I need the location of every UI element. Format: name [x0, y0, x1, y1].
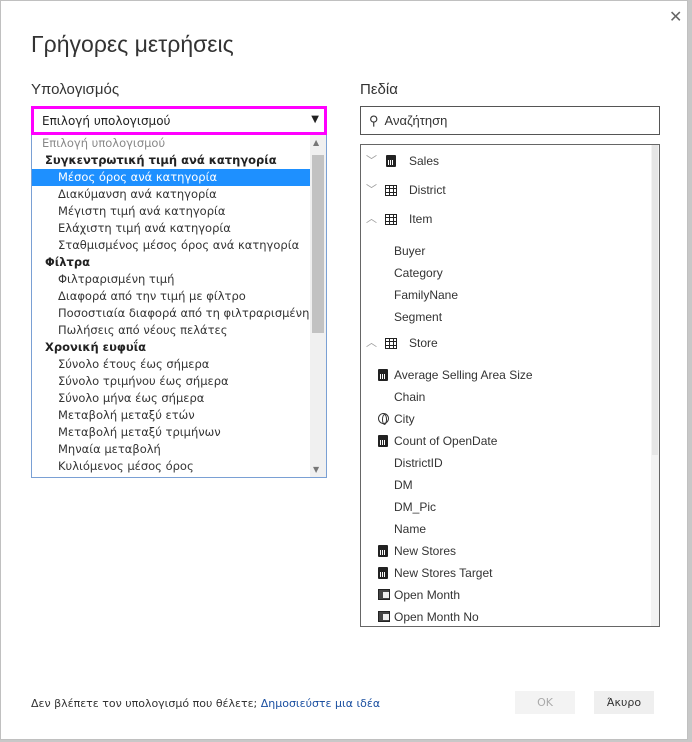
- field-label: Name: [394, 522, 427, 536]
- calculator-icon: [386, 155, 396, 167]
- calendar-hierarchy-icon: [378, 589, 390, 600]
- field-item[interactable]: DM: [361, 475, 651, 495]
- chevron-down-icon[interactable]: ﹀: [366, 151, 377, 171]
- option-item[interactable]: Διακύμανση ανά κατηγορία: [32, 186, 311, 203]
- ok-button[interactable]: OK: [515, 691, 575, 714]
- option-item[interactable]: Ελάχιστη τιμή ανά κατηγορία: [32, 220, 311, 237]
- option-item[interactable]: Μέσος όρος ανά κατηγορία: [32, 169, 311, 186]
- footer-text: Δεν βλέπετε τον υπολογισμό που θέλετε; Δ…: [31, 697, 380, 710]
- option-group-header: Φίλτρα: [45, 255, 91, 269]
- field-label: Item: [409, 212, 433, 226]
- calculator-icon: [378, 545, 388, 557]
- calculation-select[interactable]: Επιλογή υπολογισμού ▼: [31, 106, 327, 135]
- option-item[interactable]: Μεταβολή μεταξύ ετών: [32, 407, 311, 424]
- field-label: New Stores Target: [394, 566, 493, 580]
- field-label: City: [394, 412, 415, 426]
- chevron-up-icon[interactable]: ︿: [366, 333, 377, 353]
- field-label: Chain: [394, 390, 426, 404]
- field-label: District: [409, 183, 446, 197]
- field-item[interactable]: Name: [361, 519, 651, 539]
- scrollbar-thumb[interactable]: [312, 155, 324, 333]
- calculation-options-list[interactable]: Επιλογή υπολογισμού Συγκεντρωτική τιμή αν…: [31, 135, 327, 478]
- table-node[interactable]: ︿ Item: [361, 209, 651, 229]
- field-item[interactable]: Category: [361, 263, 651, 283]
- option-item[interactable]: Μηναία μεταβολή: [32, 441, 311, 458]
- option-item[interactable]: Σύνολο τριμήνου έως σήμερα: [32, 373, 311, 390]
- field-label: DM_Pic: [394, 500, 437, 514]
- list-scrollbar[interactable]: ▲ ▼: [310, 135, 326, 477]
- option-item[interactable]: Ποσοστιαία διαφορά από τη φιλτραρισμένη …: [32, 305, 311, 322]
- calendar-hierarchy-icon: [378, 611, 390, 622]
- field-item[interactable]: New Stores Target: [361, 563, 651, 583]
- fields-label: Πεδία: [360, 81, 398, 98]
- scroll-up-icon[interactable]: ▲: [313, 138, 319, 147]
- field-item[interactable]: New Stores: [361, 541, 651, 561]
- option-item[interactable]: Κυλιόμενος μέσος όρος: [32, 458, 311, 475]
- fields-search-input[interactable]: ⚲ Αναζήτηση: [360, 106, 660, 135]
- dialog-title: Γρήγορες μετρήσεις: [31, 31, 234, 57]
- option-item[interactable]: Σταθμισμένος μέσος όρος ανά κατηγορία: [32, 237, 311, 254]
- selected-value: Επιλογή υπολογισμού: [42, 114, 171, 128]
- table-node[interactable]: ︿ Store: [361, 333, 651, 353]
- option-item[interactable]: Διαφορά από την τιμή με φίλτρο: [32, 288, 311, 305]
- dropdown-arrow-icon: ▼: [311, 114, 319, 125]
- calculator-icon: [378, 435, 388, 447]
- field-label: Count of OpenDate: [394, 434, 498, 448]
- field-item[interactable]: City: [361, 409, 651, 429]
- field-item[interactable]: Chain: [361, 387, 651, 407]
- table-node[interactable]: ﹀ District: [361, 180, 651, 200]
- option-item[interactable]: Σύνολο μήνα έως σήμερα: [32, 390, 311, 407]
- scrollbar-thumb[interactable]: [652, 145, 658, 455]
- field-label: DM: [394, 478, 413, 492]
- fields-scrollbar[interactable]: [651, 145, 659, 626]
- field-label: DistrictID: [394, 456, 443, 470]
- option-group-header: Χρονική ευφυΐα: [45, 340, 146, 354]
- chevron-up-icon[interactable]: ︿: [366, 209, 377, 229]
- field-label: Sales: [409, 154, 440, 168]
- globe-icon: [378, 413, 389, 425]
- field-label: Segment: [394, 310, 443, 324]
- calculator-icon: [378, 567, 388, 579]
- option-item: Επιλογή υπολογισμού: [42, 136, 166, 150]
- fields-tree: ﹀ Sales ﹀ District ︿ Item Buyer Category FamilyN…: [360, 144, 660, 627]
- close-icon[interactable]: ✕: [669, 7, 682, 26]
- option-item[interactable]: Μεταβολή μεταξύ τριμήνων: [32, 424, 311, 441]
- field-label: FamilyNane: [394, 288, 459, 302]
- option-group-header: Συγκεντρωτική τιμή ανά κατηγορία: [45, 153, 277, 167]
- chevron-down-icon[interactable]: ﹀: [366, 180, 377, 200]
- calculation-label: Υπολογισμός: [31, 81, 120, 98]
- field-label: Average Selling Area Size: [394, 368, 533, 382]
- table-icon: [385, 214, 397, 225]
- field-label: Buyer: [394, 244, 426, 258]
- quick-measures-dialog: ✕ Γρήγορες μετρήσεις Υπολογισμός Πεδία Ε…: [0, 0, 688, 740]
- field-item[interactable]: Segment: [361, 307, 651, 327]
- field-item[interactable]: Average Selling Area Size: [361, 365, 651, 385]
- search-placeholder: Αναζήτηση: [384, 113, 448, 128]
- table-node[interactable]: ﹀ Sales: [361, 151, 651, 171]
- table-icon: [385, 185, 397, 196]
- table-icon: [385, 338, 397, 349]
- field-item[interactable]: FamilyNane: [361, 285, 651, 305]
- calculator-icon: [378, 369, 388, 381]
- field-item[interactable]: Open Month: [361, 585, 651, 605]
- field-label: Category: [394, 266, 443, 280]
- field-item[interactable]: Buyer: [361, 241, 651, 261]
- field-item[interactable]: Count of OpenDate: [361, 431, 651, 451]
- footer-message: Δεν βλέπετε τον υπολογισμό που θέλετε;: [31, 697, 261, 710]
- option-item[interactable]: Μέγιστη τιμή ανά κατηγορία: [32, 203, 311, 220]
- option-item[interactable]: Πωλήσεις από νέους πελάτες: [32, 322, 311, 339]
- field-item[interactable]: DistrictID: [361, 453, 651, 473]
- submit-idea-link[interactable]: Δημοσιεύστε μια ιδέα: [261, 697, 380, 710]
- scroll-down-icon[interactable]: ▼: [313, 465, 319, 474]
- field-label: Open Month No: [394, 610, 479, 624]
- field-item[interactable]: Open Month No: [361, 607, 651, 626]
- cancel-button[interactable]: Άκυρο: [594, 691, 654, 714]
- field-label: Open Month: [394, 588, 461, 602]
- field-item[interactable]: DM_Pic: [361, 497, 651, 517]
- search-icon: ⚲: [369, 113, 379, 128]
- field-label: Store: [409, 336, 438, 350]
- option-item[interactable]: Σύνολο έτους έως σήμερα: [32, 356, 311, 373]
- option-item[interactable]: Φιλτραρισμένη τιμή: [32, 271, 311, 288]
- field-label: New Stores: [394, 544, 457, 558]
